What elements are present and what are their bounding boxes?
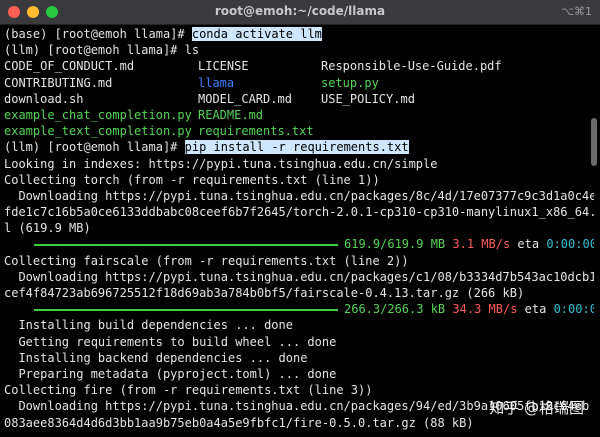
progress-eta: 0:00:00 bbox=[553, 302, 594, 317]
terminal-line: Installing build dependencies ... done bbox=[4, 318, 293, 333]
progress-line: 619.9/619.9 MB 3.1 MB/s eta 0:00:00 bbox=[4, 236, 594, 252]
title-bar: root@emoh:~/code/llama ⌥⌘1 bbox=[0, 0, 600, 25]
progress-size: 619.9/619.9 MB bbox=[344, 237, 446, 252]
terminal-line: Downloading https://pypi.tuna.tsinghua.e… bbox=[4, 269, 594, 284]
terminal-line: l (619.9 MB) bbox=[4, 221, 91, 236]
progress-rate: 3.1 MB/s bbox=[452, 237, 511, 252]
terminal-line: Downloading https://pypi.tuna.tsinghua.e… bbox=[4, 188, 594, 203]
ls-entry-exec: README.md bbox=[198, 107, 264, 122]
ls-entry-exec: requirements.txt bbox=[198, 124, 314, 139]
ls-row: example_chat_completion.py README.md bbox=[4, 107, 594, 123]
prompt: (base) [root@emoh llama]# bbox=[4, 27, 192, 41]
progress-eta: 0:00:00 bbox=[546, 237, 594, 252]
ls-entry: Responsible-Use-Guide.pdf bbox=[321, 59, 502, 74]
ls-row: download.sh MODEL_CARD.md USE_POLICY.md bbox=[4, 91, 594, 107]
ls-entry-exec: example_chat_completion.py bbox=[4, 107, 192, 122]
progress-size: 266.3/266.3 kB bbox=[344, 302, 446, 317]
terminal-line: (llm) [root@emoh llama]# ls bbox=[4, 43, 200, 58]
ls-entry: download.sh bbox=[4, 91, 84, 106]
terminal-output[interactable]: (base) [root@emoh llama]# conda activate… bbox=[4, 26, 594, 437]
ls-row: CONTRIBUTING.md llama setup.py bbox=[4, 75, 594, 91]
ls-row: CODE_OF_CONDUCT.md LICENSE Responsible-Use… bbox=[4, 58, 594, 74]
progress-bar bbox=[34, 243, 338, 246]
watermark: 知乎 @格瑞图 bbox=[489, 399, 584, 417]
window-shortcut: ⌥⌘1 bbox=[561, 5, 592, 18]
progress-bar bbox=[34, 308, 338, 311]
terminal-line: (llm) [root@emoh llama]# pip install -r … bbox=[4, 139, 594, 155]
terminal-line: Looking in indexes: https://pypi.tuna.ts… bbox=[4, 156, 438, 171]
ls-entry-exec: example_text_completion.py bbox=[4, 124, 192, 139]
progress-line: 266.3/266.3 kB 34.3 MB/s eta 0:00:00 bbox=[4, 301, 594, 317]
terminal-line: Collecting torch (from -r requirements.t… bbox=[4, 172, 380, 187]
scrollbar-thumb[interactable] bbox=[591, 118, 597, 166]
terminal-window: root@emoh:~/code/llama ⌥⌘1 (base) [root@… bbox=[0, 0, 600, 437]
ls-entry: CONTRIBUTING.md bbox=[4, 75, 113, 90]
terminal-line: (base) [root@emoh llama]# conda activate… bbox=[4, 26, 594, 42]
terminal-line: Getting requirements to build wheel ... … bbox=[4, 334, 337, 349]
command: pip install -r requirements.txt bbox=[184, 140, 409, 155]
ls-entry-dir: llama bbox=[198, 75, 235, 90]
prompt: (llm) [root@emoh llama]# bbox=[4, 140, 185, 155]
terminal-line: Installing backend dependencies ... done bbox=[4, 350, 308, 365]
terminal-line: Collecting fairscale (from -r requiremen… bbox=[4, 253, 409, 268]
terminal-line: Collecting fire (from -r requirements.tx… bbox=[4, 383, 373, 398]
ls-entry: USE_POLICY.md bbox=[321, 91, 415, 106]
ls-entry: MODEL_CARD.md bbox=[198, 91, 292, 106]
progress-eta-label: eta bbox=[524, 302, 547, 317]
terminal-line: fde1c7c16b5a0ce6133ddbabc08ceef6b7f2645/… bbox=[4, 205, 594, 220]
ls-entry: CODE_OF_CONDUCT.md bbox=[4, 59, 135, 74]
terminal-line: Preparing metadata (pyproject.toml) ... … bbox=[4, 366, 337, 381]
ls-entry: LICENSE bbox=[198, 59, 249, 74]
terminal-line: cef4f84723ab696725512f18d69ab3a784b0bf5/… bbox=[4, 286, 525, 300]
progress-eta-label: eta bbox=[517, 237, 540, 252]
command: conda activate llm bbox=[191, 27, 322, 41]
ls-row: example_text_completion.py requirements.t… bbox=[4, 123, 594, 139]
progress-rate: 34.3 MB/s bbox=[452, 302, 518, 317]
ls-entry-exec: setup.py bbox=[321, 75, 379, 90]
window-title: root@emoh:~/code/llama bbox=[214, 4, 386, 18]
